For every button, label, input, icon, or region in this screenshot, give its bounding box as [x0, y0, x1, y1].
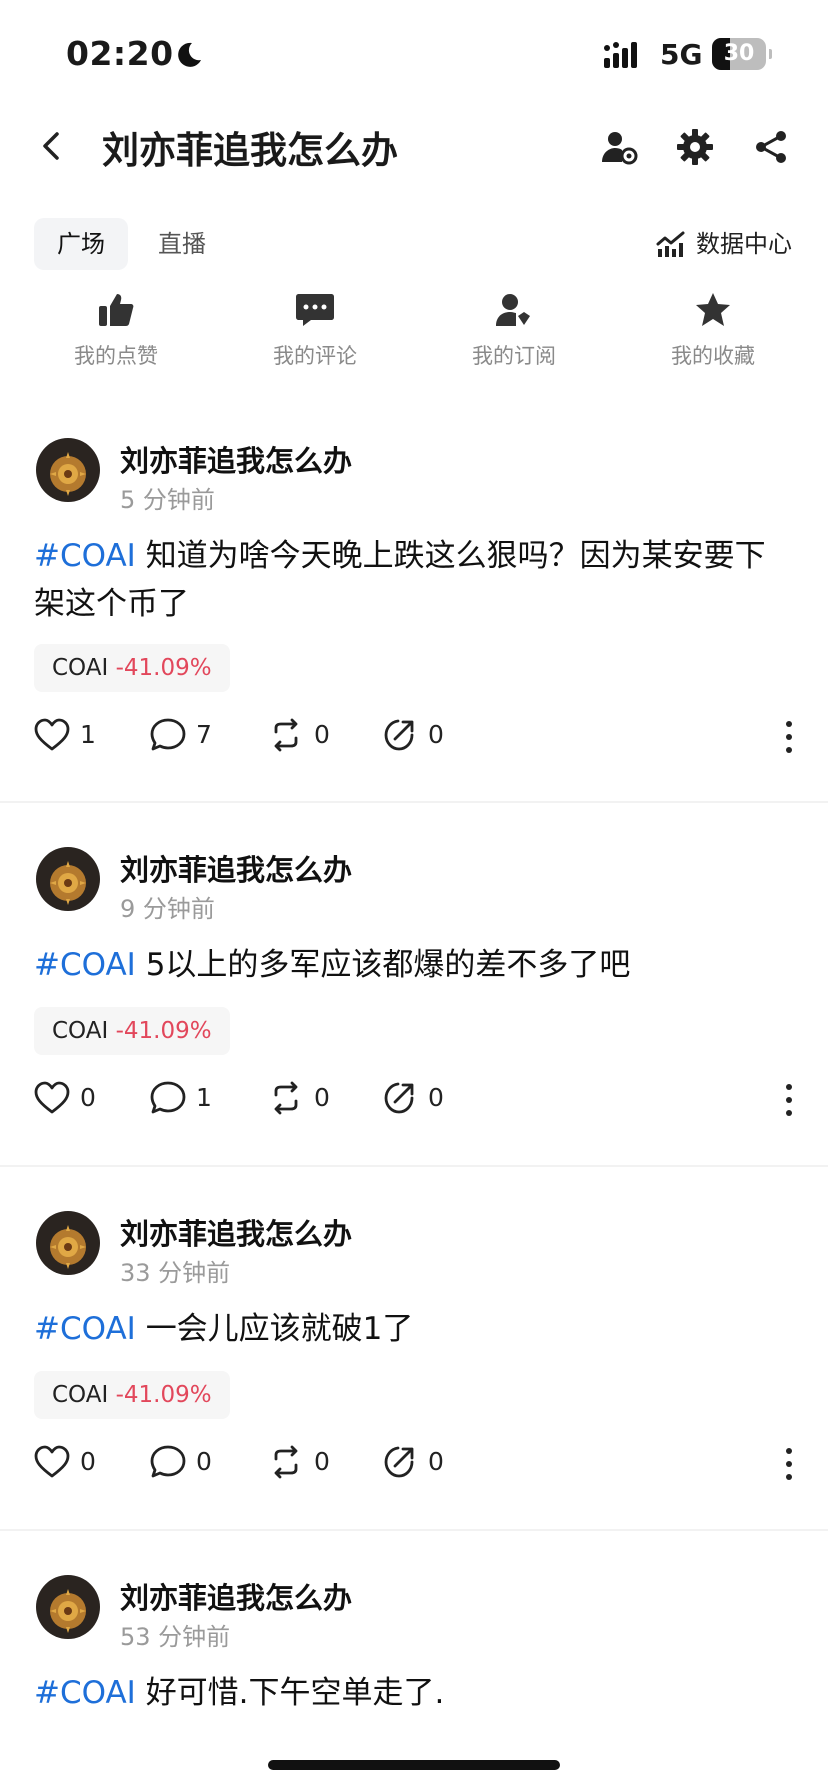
my-comments-button[interactable]: 我的评论 — [245, 292, 385, 370]
comment-icon — [296, 294, 334, 326]
back-arrow-icon[interactable] — [34, 128, 70, 164]
avatar[interactable] — [36, 438, 100, 502]
battery-percent: 30 — [723, 41, 755, 66]
post-hashtag[interactable]: #COAI — [34, 947, 136, 983]
post-hashtag[interactable]: #COAI — [34, 1311, 136, 1347]
divider — [0, 1529, 828, 1531]
chart-icon — [656, 231, 685, 257]
my-subscriptions-button[interactable]: 我的订阅 — [444, 292, 584, 370]
comment-count: 0 — [196, 1447, 212, 1476]
my-favorites-button[interactable]: 我的收藏 — [643, 292, 783, 370]
repost-count: 0 — [314, 1083, 330, 1112]
post-actions: 0 1 0 0 — [34, 1079, 794, 1119]
ticker-change: -41.09% — [115, 1018, 212, 1044]
post-username[interactable]: 刘亦菲追我怎么办 — [120, 1211, 352, 1253]
home-indicator[interactable] — [268, 1760, 560, 1770]
post-content[interactable]: #COAI 一会儿应该就破1了 — [34, 1305, 788, 1353]
share-count: 0 — [428, 1083, 444, 1112]
post-text: 知道为啥今天晚上跌这么狠吗？因为某安要下架这个币了 — [34, 538, 766, 622]
post-text: 好可惜.下午空单走了. — [145, 1675, 445, 1711]
comment-count: 7 — [196, 720, 212, 749]
more-options-icon[interactable] — [784, 1447, 794, 1481]
my-favorites-label: 我的收藏 — [671, 344, 755, 368]
like-count: 0 — [80, 1447, 96, 1476]
ticker-chip[interactable]: COAI -41.09% — [34, 1371, 230, 1419]
ticker-chip[interactable]: COAI -41.09% — [34, 1007, 230, 1055]
ticker-change: -41.09% — [115, 655, 212, 681]
ticker-symbol: COAI — [52, 1018, 109, 1044]
post-text: 一会儿应该就破1了 — [145, 1311, 414, 1347]
post-time: 53 分钟前 — [120, 1623, 231, 1651]
my-subscriptions-label: 我的订阅 — [472, 344, 556, 368]
repost-count: 0 — [314, 720, 330, 749]
avatar[interactable] — [36, 847, 100, 911]
share-count: 0 — [428, 1447, 444, 1476]
share-arrow-icon — [384, 719, 414, 751]
subscribe-icon — [496, 294, 530, 326]
post-username[interactable]: 刘亦菲追我怎么办 — [120, 438, 352, 480]
status-bar: 02:20 5G 30 — [0, 0, 828, 100]
moon-icon — [178, 42, 201, 67]
heart-icon — [34, 718, 70, 751]
star-icon — [696, 293, 730, 326]
battery-icon: 30 — [712, 38, 772, 70]
comment-count: 1 — [196, 1083, 212, 1112]
signal-icon — [604, 42, 637, 68]
tab-live[interactable]: 直播 — [140, 218, 224, 270]
share-arrow-icon — [384, 1446, 414, 1478]
post-content[interactable]: #COAI 好可惜.下午空单走了. — [34, 1669, 788, 1717]
avatar[interactable] — [36, 1575, 100, 1639]
comment-bubble-icon — [150, 1081, 186, 1114]
post-time: 9 分钟前 — [120, 895, 215, 923]
post-actions: 0 0 0 0 — [34, 1443, 794, 1483]
share-count: 0 — [428, 720, 444, 749]
ticker-symbol: COAI — [52, 1382, 109, 1408]
tab-square[interactable]: 广场 — [34, 218, 128, 270]
repost-icon — [274, 718, 298, 752]
thumbs-up-icon — [99, 294, 134, 326]
heart-icon — [34, 1445, 70, 1478]
my-likes-button[interactable]: 我的点赞 — [46, 292, 186, 370]
like-count: 1 — [80, 720, 96, 749]
post-text: 5以上的多军应该都爆的差不多了吧 — [145, 947, 631, 983]
avatar[interactable] — [36, 1211, 100, 1275]
post-actions: 1 7 0 0 — [34, 716, 794, 756]
post-content[interactable]: #COAI 知道为啥今天晚上跌这么狠吗？因为某安要下架这个币了 — [34, 532, 788, 628]
post-username[interactable]: 刘亦菲追我怎么办 — [120, 847, 352, 889]
post-content[interactable]: #COAI 5以上的多军应该都爆的差不多了吧 — [34, 941, 788, 989]
ticker-symbol: COAI — [52, 655, 109, 681]
ticker-chip[interactable]: COAI -41.09% — [34, 644, 230, 692]
post-hashtag[interactable]: #COAI — [34, 538, 136, 574]
share-arrow-icon — [384, 1082, 414, 1114]
status-time: 02:20 — [66, 34, 174, 73]
quick-actions: 我的点赞 我的评论 我的订阅 我的收藏 — [0, 292, 828, 372]
my-comments-label: 我的评论 — [273, 344, 357, 368]
like-count: 0 — [80, 1083, 96, 1112]
gear-icon[interactable] — [676, 128, 714, 166]
repost-icon — [274, 1445, 298, 1479]
user-settings-icon[interactable] — [600, 128, 638, 166]
more-options-icon[interactable] — [784, 1083, 794, 1117]
network-label: 5G — [660, 38, 703, 71]
data-center-label: 数据中心 — [696, 230, 792, 258]
repost-icon — [274, 1081, 298, 1115]
data-center-button[interactable]: 数据中心 — [656, 218, 792, 270]
comment-bubble-icon — [150, 1445, 186, 1478]
top-nav: 刘亦菲追我怎么办 — [0, 110, 828, 180]
more-options-icon[interactable] — [784, 720, 794, 754]
repost-count: 0 — [314, 1447, 330, 1476]
divider — [0, 1165, 828, 1167]
tab-bar: 广场 直播 数据中心 — [0, 218, 828, 270]
share-icon[interactable] — [752, 128, 790, 166]
ticker-change: -41.09% — [115, 1382, 212, 1408]
post-username[interactable]: 刘亦菲追我怎么办 — [120, 1575, 352, 1617]
divider — [0, 801, 828, 803]
my-likes-label: 我的点赞 — [74, 344, 158, 368]
post-time: 5 分钟前 — [120, 486, 215, 514]
comment-bubble-icon — [150, 718, 186, 751]
post-time: 33 分钟前 — [120, 1259, 231, 1287]
post-hashtag[interactable]: #COAI — [34, 1675, 136, 1711]
heart-icon — [34, 1081, 70, 1114]
page-title: 刘亦菲追我怎么办 — [102, 129, 398, 172]
